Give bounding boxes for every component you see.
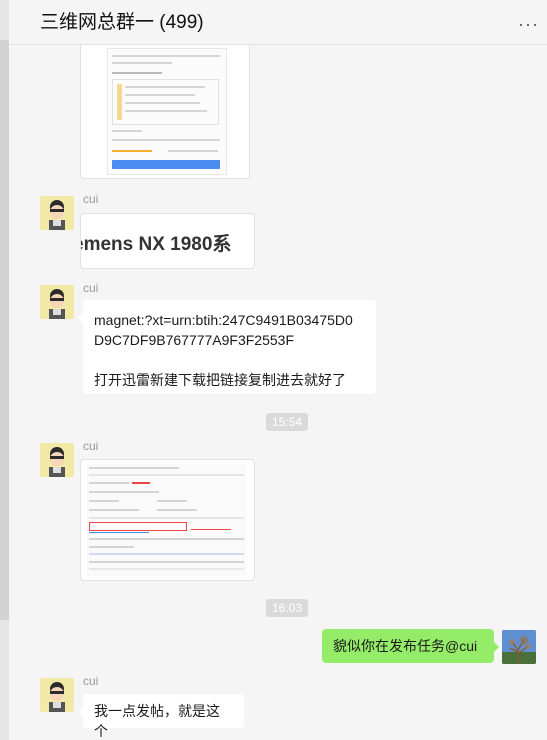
image-message[interactable]: [80, 45, 250, 179]
message-line: D9C7DF9B767777A9F3F2553F: [94, 332, 295, 348]
text-bubble[interactable]: magnet:?xt=urn:btih:247C9491B03475D0 D9C…: [78, 300, 376, 394]
message-list[interactable]: cui emens NX 1980系 cui magnet:?xt=urn:bt…: [9, 45, 547, 740]
avatar[interactable]: [40, 678, 74, 712]
avatar[interactable]: [40, 443, 74, 477]
sender-name: cui: [83, 281, 99, 295]
message-line: 貌似你在发布任务@cui: [333, 638, 478, 654]
message-line: [94, 350, 365, 370]
image-message[interactable]: [80, 459, 255, 581]
message-line: magnet:?xt=urn:btih:247C9491B03475D0: [94, 312, 353, 328]
message-line: 我一点发帖，就是这个: [94, 703, 220, 739]
image-caption-text: emens NX 1980系: [80, 234, 232, 255]
my-avatar[interactable]: [502, 630, 536, 664]
left-panel-scrollbar[interactable]: [0, 40, 9, 620]
chat-header: 三维网总群一 (499) ···: [9, 0, 547, 45]
image-message[interactable]: emens NX 1980系: [80, 213, 255, 269]
avatar[interactable]: [40, 285, 74, 319]
chat-title: 三维网总群一 (499): [40, 12, 204, 33]
more-icon[interactable]: ···: [518, 14, 539, 35]
message-line: 打开迅雷新建下载把链接复制进去就好了: [94, 372, 346, 388]
text-bubble-mine[interactable]: 貌似你在发布任务@cui: [322, 629, 499, 663]
sender-name: cui: [83, 439, 99, 453]
sender-name: cui: [83, 674, 99, 688]
dialog-screenshot: [107, 48, 227, 175]
timestamp: 15:54: [266, 413, 309, 431]
sender-name: cui: [83, 192, 99, 206]
timestamp: 16:03: [266, 599, 309, 617]
forum-screenshot: [87, 464, 247, 576]
text-bubble[interactable]: 我一点发帖，就是这个: [78, 694, 244, 739]
avatar[interactable]: [40, 196, 74, 230]
